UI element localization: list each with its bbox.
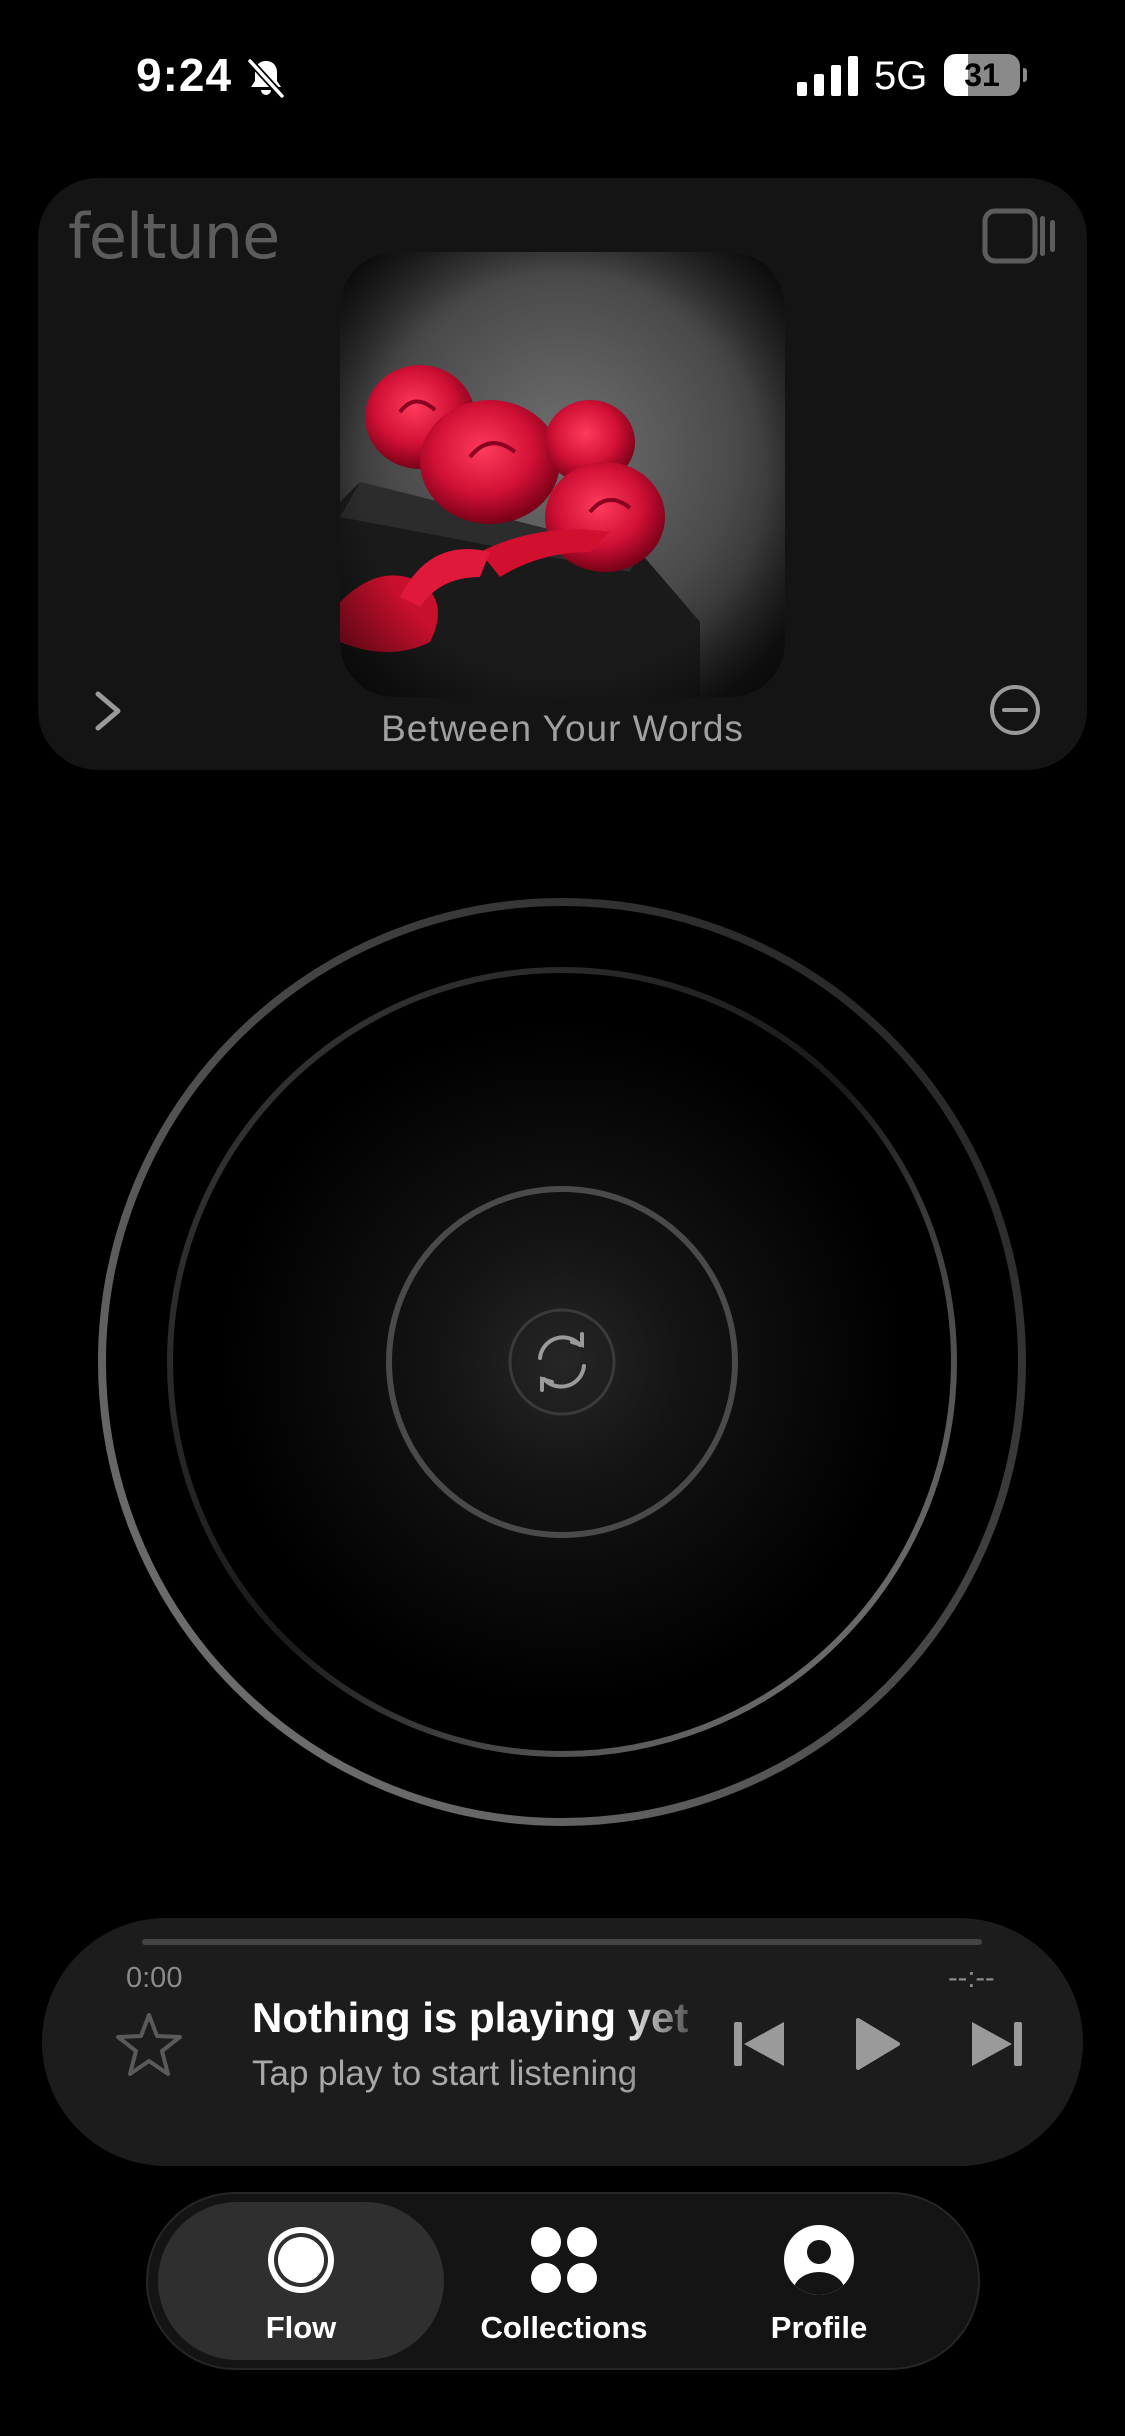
tab-label: Profile	[770, 2310, 868, 2345]
circle-icon	[268, 2227, 334, 2293]
previous-track-icon[interactable]	[730, 2018, 790, 2070]
status-bar: 9:24 5G 31	[0, 0, 1125, 150]
battery-icon: 31	[944, 54, 1027, 96]
network-type: 5G	[874, 54, 928, 98]
progress-bar[interactable]	[142, 1939, 982, 1945]
now-playing-subtitle: Tap play to start listening	[252, 2054, 638, 2093]
roses-image	[340, 252, 785, 697]
now-playing-title: Nothing is playing yet	[252, 1994, 689, 2041]
now-playing-card: feltune Between Your Words	[38, 178, 1087, 770]
tab-collections[interactable]: Collections	[444, 2202, 684, 2360]
screen-mirror-icon[interactable]	[982, 208, 1056, 264]
tab-flow[interactable]: Flow	[158, 2202, 444, 2360]
status-time: 9:24	[136, 49, 233, 101]
time-remaining: --:--	[948, 1962, 995, 1994]
grid-dots-icon	[531, 2227, 597, 2293]
person-icon	[784, 2225, 854, 2295]
play-icon[interactable]	[852, 2016, 902, 2072]
battery-level: 31	[964, 57, 1000, 93]
next-track-icon[interactable]	[966, 2018, 1026, 2070]
now-playing-text: Nothing is playing yet Tap play to start…	[252, 1994, 712, 2104]
tab-label: Flow	[265, 2310, 337, 2345]
cellular-signal-icon	[797, 56, 858, 96]
tab-profile[interactable]: Profile	[684, 2202, 954, 2360]
star-icon[interactable]	[114, 2010, 184, 2080]
flow-rings[interactable]	[62, 860, 1062, 1860]
mini-player[interactable]: 0:00 --:-- Nothing is playing yet Tap pl…	[42, 1918, 1083, 2166]
tab-bar: Flow Collections Profile	[146, 2192, 980, 2370]
album-artwork[interactable]	[340, 252, 785, 697]
time-elapsed: 0:00	[126, 1962, 183, 1994]
brand-logo: feltune	[68, 200, 280, 273]
tab-label: Collections	[480, 2310, 648, 2345]
bell-slash-icon	[247, 58, 285, 99]
track-title: Between Your Words	[381, 708, 744, 749]
